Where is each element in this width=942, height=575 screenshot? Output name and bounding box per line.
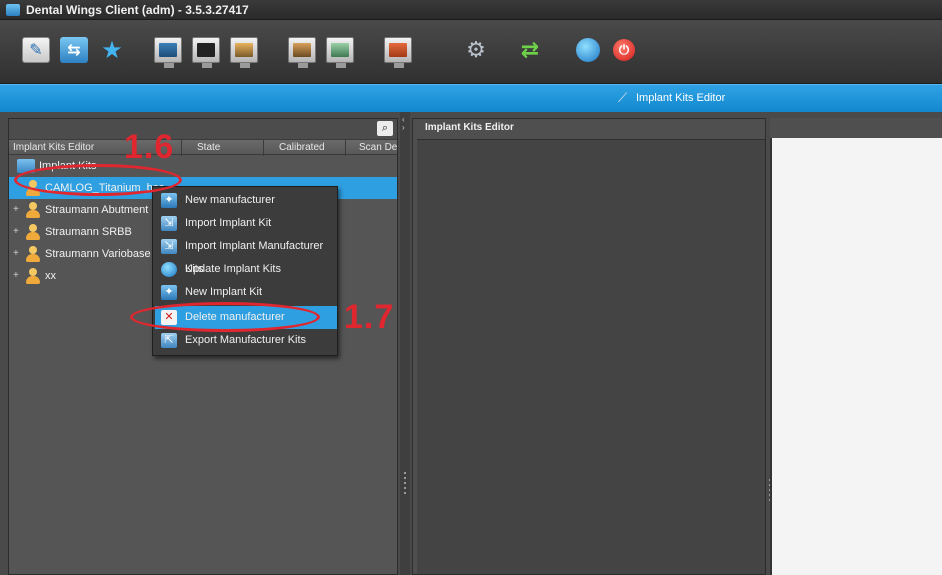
expand-icon[interactable]: + bbox=[13, 243, 19, 265]
search-icon[interactable]: ⌕ bbox=[377, 121, 393, 136]
monitor-2-icon[interactable] bbox=[188, 32, 224, 68]
search-row: ⌕ bbox=[9, 119, 397, 139]
monitor-4-icon[interactable] bbox=[284, 32, 320, 68]
column-calibrated[interactable]: Calibrated bbox=[271, 142, 347, 153]
open-case-icon[interactable]: ⇆ bbox=[56, 32, 92, 68]
menu-item-label: New Implant Kit bbox=[185, 286, 263, 298]
main-toolbar: ✎ ⇆ ★ ⚙ ⇄ ⏻ bbox=[0, 20, 942, 84]
preview-header bbox=[770, 118, 942, 138]
column-scan-device[interactable]: Scan Devi bbox=[351, 142, 397, 153]
manufacturer-icon bbox=[25, 268, 41, 284]
preview-panel bbox=[770, 138, 942, 575]
settings-gears-icon[interactable]: ⚙ bbox=[458, 32, 494, 68]
menu-item-label: Import Implant Kit bbox=[185, 217, 272, 229]
menu-item-export-manufacturer-kits[interactable]: ⇱ Export Manufacturer Kits bbox=[155, 329, 337, 352]
tree-item-label: Straumann SRBB bbox=[45, 226, 132, 238]
tree-item-label: Straumann Variobase A bbox=[45, 248, 161, 260]
expand-icon[interactable]: + bbox=[13, 199, 19, 221]
annotation-step-1-6: 1.6 bbox=[124, 128, 175, 166]
import-kit-icon: ⇲ bbox=[161, 216, 177, 231]
tree-item-label: xx bbox=[45, 270, 56, 282]
menu-item-update-implant-kits[interactable]: Update Implant Kits bbox=[155, 258, 337, 281]
menu-item-new-manufacturer[interactable]: ✦ New manufacturer bbox=[155, 189, 337, 212]
export-icon: ⇱ bbox=[161, 333, 177, 348]
tree-column-header: Implant Kits Editor State Calibrated Sca… bbox=[9, 139, 397, 156]
title-bar: Dental Wings Client (adm) - 3.5.3.27417 bbox=[0, 0, 942, 20]
module-header-strip: ⟋ Implant Kits Editor bbox=[0, 84, 942, 112]
implant-kits-editor-panel: Implant Kits Editor bbox=[412, 118, 771, 575]
menu-item-import-manufacturer-kits[interactable]: ⇲ Import Implant Manufacturer Kits bbox=[155, 235, 337, 275]
expand-icon[interactable]: + bbox=[13, 221, 19, 243]
manufacturer-icon bbox=[25, 202, 41, 218]
monitor-6-icon[interactable] bbox=[380, 32, 416, 68]
expand-icon[interactable]: + bbox=[13, 265, 19, 287]
window-title: Dental Wings Client (adm) - 3.5.3.27417 bbox=[26, 2, 249, 17]
annotation-step-1-7: 1.7 bbox=[344, 298, 395, 336]
edit-icon[interactable]: ✎ bbox=[18, 32, 54, 68]
editor-panel-title: Implant Kits Editor bbox=[425, 122, 514, 133]
new-manufacturer-icon: ✦ bbox=[161, 193, 177, 208]
sync-arrows-icon[interactable]: ⇄ bbox=[512, 32, 548, 68]
monitor-3-icon[interactable] bbox=[226, 32, 262, 68]
annotation-ellipse-delete bbox=[130, 302, 320, 332]
tree-item-label: Straumann Abutment bbox=[45, 204, 149, 216]
column-state[interactable]: State bbox=[187, 142, 261, 153]
menu-item-label: Update Implant Kits bbox=[185, 263, 281, 275]
menu-item-new-implant-kit[interactable]: ✦ New Implant Kit bbox=[155, 281, 337, 304]
menu-item-import-implant-kit[interactable]: ⇲ Import Implant Kit bbox=[155, 212, 337, 235]
globe-icon[interactable] bbox=[570, 32, 606, 68]
manufacturer-icon bbox=[25, 246, 41, 262]
favorites-star-icon[interactable]: ★ bbox=[94, 32, 130, 68]
panel-splitter[interactable]: ‹ › bbox=[400, 112, 410, 575]
manufacturer-icon bbox=[25, 224, 41, 240]
monitor-5-icon[interactable] bbox=[322, 32, 358, 68]
import-manufacturer-icon: ⇲ bbox=[161, 239, 177, 254]
update-globe-icon bbox=[161, 262, 177, 277]
power-icon[interactable]: ⏻ bbox=[606, 32, 642, 68]
menu-item-label: New manufacturer bbox=[185, 194, 275, 206]
annotation-ellipse-tree-item bbox=[14, 164, 182, 196]
monitor-1-icon[interactable] bbox=[150, 32, 186, 68]
menu-item-label: Export Manufacturer Kits bbox=[185, 334, 307, 346]
module-header-label[interactable]: Implant Kits Editor bbox=[636, 92, 725, 104]
magic-wand-icon: ⟋ bbox=[618, 90, 628, 105]
new-kit-icon: ✦ bbox=[161, 285, 177, 300]
app-logo-icon bbox=[6, 3, 20, 16]
splitter-grip-icon[interactable] bbox=[404, 472, 406, 502]
editor-content-area bbox=[417, 139, 765, 574]
collapse-arrows-icon[interactable]: ‹ › bbox=[402, 116, 405, 132]
